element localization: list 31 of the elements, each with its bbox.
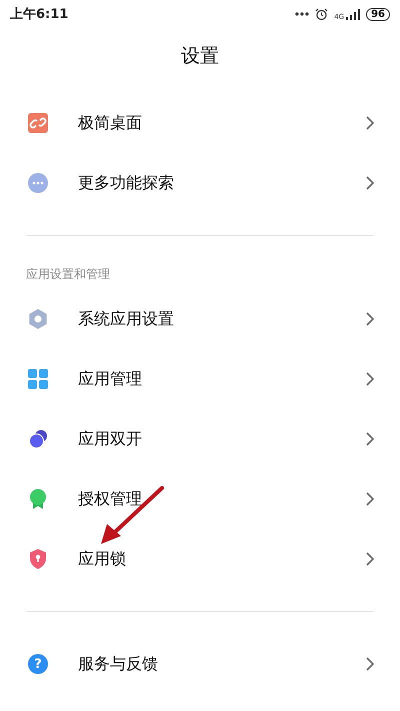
- chevron-icon: [366, 552, 374, 566]
- circles-icon: [28, 429, 48, 449]
- chevron-icon: [366, 492, 374, 506]
- shield-icon: [28, 549, 48, 569]
- settings-item[interactable]: 应用管理: [0, 349, 400, 409]
- settings-icon: [28, 309, 48, 329]
- page-title: 设置: [180, 44, 220, 69]
- settings-item[interactable]: 授权管理: [0, 469, 400, 529]
- more-icon: [295, 12, 310, 16]
- more-icon: [28, 173, 48, 193]
- chevron-icon: [366, 116, 374, 130]
- grid-icon: [28, 369, 48, 389]
- signal-icon: [346, 8, 360, 20]
- chevron-icon: [366, 176, 374, 190]
- settings-item[interactable]: ? 服务与反馈: [0, 634, 400, 694]
- chevron-icon: [366, 372, 374, 386]
- chevron-icon: [366, 312, 374, 326]
- medal-icon: [28, 489, 48, 509]
- settings-item[interactable]: 应用锁: [0, 529, 400, 589]
- alarm-icon: [315, 8, 328, 20]
- section-header: 应用设置和管理: [25, 266, 111, 283]
- battery-level: 96: [366, 8, 390, 20]
- status-time: 上午6:11: [10, 6, 68, 23]
- settings-item[interactable]: 极简桌面: [0, 93, 400, 153]
- chevron-icon: [366, 657, 374, 671]
- settings-item[interactable]: 更多功能探索: [0, 153, 400, 213]
- settings-item[interactable]: 应用双开: [0, 409, 400, 469]
- help-icon: ?: [28, 654, 48, 674]
- link-icon: [28, 113, 48, 133]
- chevron-icon: [366, 432, 374, 446]
- settings-item[interactable]: 系统应用设置: [0, 289, 400, 349]
